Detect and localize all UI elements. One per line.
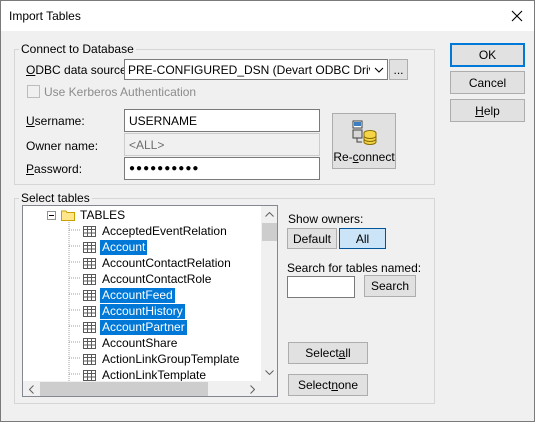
close-button[interactable]: [500, 1, 534, 31]
table-row[interactable]: Account: [83, 239, 148, 255]
table-row[interactable]: AccountShare: [83, 335, 179, 351]
odbc-source-combo[interactable]: PRE-CONFIGURED_DSN (Devart ODBC Driver f…: [124, 59, 388, 80]
window-title: Import Tables: [9, 9, 81, 23]
table-row[interactable]: AcceptedEventRelation: [83, 223, 229, 239]
tree-horizontal-scrollbar[interactable]: [23, 381, 261, 396]
table-name: Account: [100, 239, 148, 255]
table-name: AcceptedEventRelation: [102, 223, 227, 238]
table-name: AccountShare: [102, 335, 178, 350]
scrollbar-corner: [261, 381, 277, 396]
chevron-down-icon: [265, 370, 274, 375]
scroll-right-arrow[interactable]: [244, 381, 261, 396]
table-row[interactable]: AccountContactRole: [83, 271, 213, 287]
odbc-source-value: PRE-CONFIGURED_DSN (Devart ODBC Driver f…: [128, 62, 370, 77]
odbc-label: ODBC data source:: [26, 63, 131, 77]
select-all-button[interactable]: Select a ll: [288, 342, 368, 364]
password-label: Password:: [26, 162, 83, 176]
ok-button[interactable]: OK: [450, 43, 525, 67]
folder-icon: [61, 210, 75, 221]
search-tables-label: Search for tables named:: [287, 261, 422, 275]
kerberos-label: Use Kerberos Authentication: [44, 85, 197, 99]
tree-vertical-scrollbar[interactable]: [261, 206, 277, 381]
tree-lines: [68, 220, 81, 382]
table-icon: [83, 353, 96, 365]
import-tables-dialog: Import Tables OK Cancel Help Connect to …: [0, 0, 535, 422]
horizontal-scroll-thumb[interactable]: [40, 382, 208, 396]
reconnect-button[interactable]: Re-connect: [332, 113, 396, 169]
tree-root[interactable]: TABLES: [47, 207, 127, 223]
table-row[interactable]: AccountHistory: [83, 303, 185, 319]
scroll-up-arrow[interactable]: [261, 206, 277, 223]
vertical-scroll-thumb[interactable]: [262, 223, 277, 241]
select-none-button[interactable]: Select n one: [288, 374, 368, 396]
table-icon: [83, 305, 96, 317]
cancel-button[interactable]: Cancel: [450, 71, 525, 94]
table-name: AccountFeed: [100, 287, 175, 303]
chevron-left-icon: [29, 385, 34, 394]
chevron-down-icon: [370, 60, 387, 79]
table-icon: [83, 241, 96, 253]
scroll-left-arrow[interactable]: [23, 381, 40, 396]
reconnect-label: Re-connect: [333, 149, 395, 164]
table-row[interactable]: AccountFeed: [83, 287, 175, 303]
kerberos-checkbox[interactable]: [27, 85, 40, 98]
chevron-right-icon: [250, 385, 255, 394]
database-connect-icon: [352, 120, 377, 145]
username-label: Username:: [26, 114, 85, 128]
owner-label: Owner name:: [26, 139, 99, 153]
help-rest: elp: [483, 103, 500, 118]
chevron-up-icon: [265, 212, 274, 217]
table-name: ActionLinkGroupTemplate: [102, 351, 240, 366]
username-input[interactable]: USERNAME: [124, 109, 320, 132]
table-icon: [83, 321, 96, 333]
all-owners-button[interactable]: All: [339, 228, 386, 249]
scroll-down-arrow[interactable]: [261, 364, 277, 381]
collapse-icon[interactable]: [47, 210, 56, 220]
table-row[interactable]: AccountContactRelation: [83, 255, 233, 271]
owner-input: <ALL>: [124, 133, 320, 156]
tables-tree[interactable]: TABLES AcceptedEventRelation Account Accou…: [22, 205, 278, 397]
table-icon: [83, 225, 96, 237]
table-icon: [83, 337, 96, 349]
help-button[interactable]: Help: [450, 99, 525, 122]
browse-dsn-button[interactable]: ...: [389, 59, 408, 80]
select-tables-label: Select tables: [19, 191, 92, 205]
table-icon: [83, 369, 96, 381]
table-icon: [83, 257, 96, 269]
default-owners-button[interactable]: Default: [287, 228, 337, 249]
search-button[interactable]: Search: [364, 275, 416, 297]
table-name: AccountContactRole: [102, 271, 212, 286]
close-icon: [511, 10, 523, 22]
table-name: AccountHistory: [100, 303, 185, 319]
search-tables-input[interactable]: [287, 276, 355, 298]
password-input[interactable]: ●●●●●●●●●●: [124, 157, 320, 180]
table-name: AccountPartner: [100, 319, 187, 335]
table-row[interactable]: ActionLinkGroupTemplate: [83, 351, 241, 367]
table-icon: [83, 289, 96, 301]
table-name: AccountContactRelation: [102, 255, 231, 270]
title-bar: Import Tables: [1, 1, 534, 31]
table-row[interactable]: AccountPartner: [83, 319, 187, 335]
help-accel: H: [475, 103, 484, 118]
show-owners-label: Show owners:: [288, 212, 364, 226]
table-icon: [83, 273, 96, 285]
connect-group-label: Connect to Database: [19, 42, 136, 56]
